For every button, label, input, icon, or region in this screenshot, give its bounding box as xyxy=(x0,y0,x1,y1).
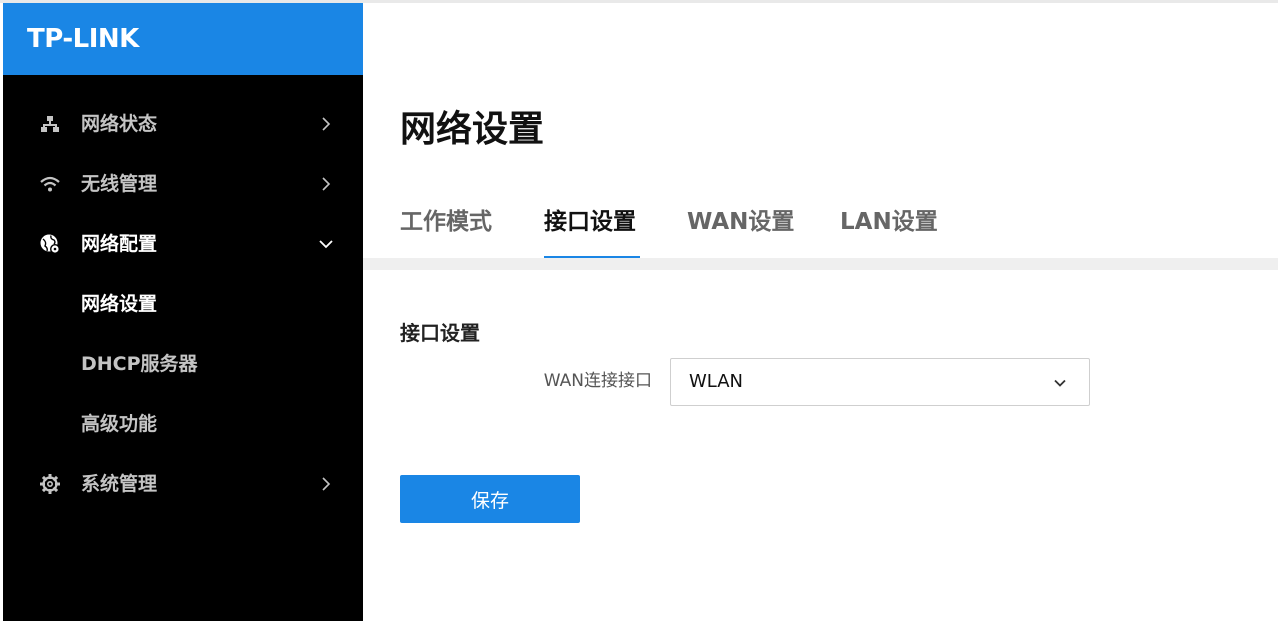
sidebar-item-label: 网络配置 xyxy=(81,233,158,255)
sidebar-item-label: 系统管理 xyxy=(81,473,158,495)
chevron-right-icon xyxy=(322,117,331,131)
chevron-right-icon xyxy=(322,177,331,191)
wan-interface-select[interactable]: WLAN xyxy=(670,358,1090,406)
chevron-right-icon xyxy=(322,477,331,491)
sidebar-subitem-label: 网络设置 xyxy=(81,293,158,315)
gear-icon xyxy=(40,474,60,494)
tab-wan-settings[interactable]: WAN设置 xyxy=(687,200,794,258)
sidebar: TP-LINK 网络状态 无线管理 网络配置 网络设置 DHCP服务器 高级功能… xyxy=(3,3,363,621)
network-topology-icon xyxy=(41,116,59,132)
section-title: 接口设置 xyxy=(400,321,480,345)
globe-gear-icon xyxy=(40,234,60,254)
chevron-down-icon xyxy=(319,240,333,249)
sidebar-subitem-dhcp-server[interactable]: DHCP服务器 xyxy=(3,334,363,394)
wifi-icon xyxy=(40,176,60,192)
sidebar-item-network-status[interactable]: 网络状态 xyxy=(3,94,363,154)
sidebar-item-wireless[interactable]: 无线管理 xyxy=(3,154,363,214)
sidebar-item-label: 网络状态 xyxy=(81,113,158,135)
tab-work-mode[interactable]: 工作模式 xyxy=(400,200,492,258)
tab-divider xyxy=(363,258,1278,270)
sidebar-subitem-label: 高级功能 xyxy=(81,413,158,435)
sidebar-item-system-management[interactable]: 系统管理 xyxy=(3,454,363,514)
sidebar-subitem-advanced[interactable]: 高级功能 xyxy=(3,394,363,454)
tab-interface-settings[interactable]: 接口设置 xyxy=(544,200,636,258)
chevron-down-icon xyxy=(1054,379,1066,387)
tp-link-logo: TP-LINK xyxy=(27,24,139,54)
page-title: 网络设置 xyxy=(400,109,545,150)
wan-interface-value: WLAN xyxy=(689,371,744,392)
sidebar-subitem-label: DHCP服务器 xyxy=(81,353,198,375)
save-button[interactable]: 保存 xyxy=(400,475,580,523)
sidebar-item-label: 无线管理 xyxy=(81,173,158,195)
logo-bar: TP-LINK xyxy=(3,3,363,75)
wan-interface-label: WAN连接接口 xyxy=(543,371,652,391)
sidebar-item-network-config[interactable]: 网络配置 xyxy=(3,214,363,274)
sidebar-subitem-network-settings[interactable]: 网络设置 xyxy=(3,274,363,334)
tab-lan-settings[interactable]: LAN设置 xyxy=(840,200,938,258)
